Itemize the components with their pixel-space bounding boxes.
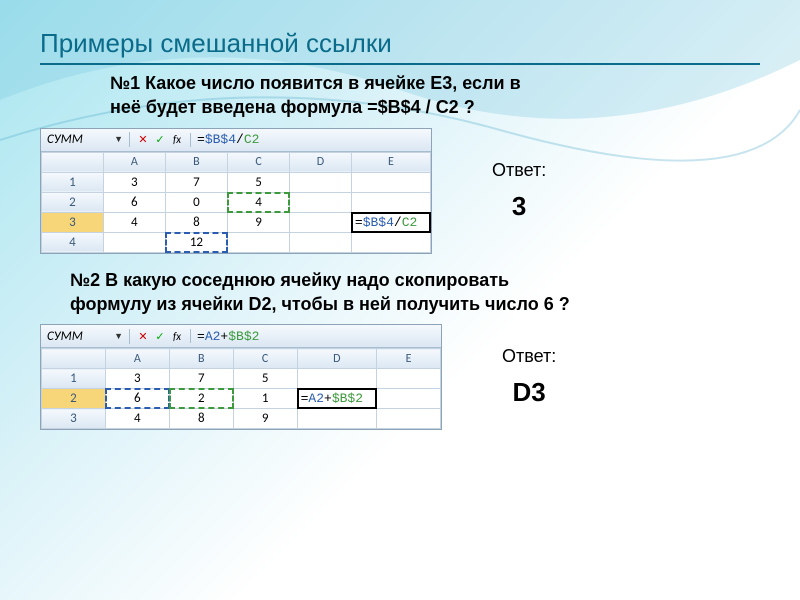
answer-value: D3 (502, 377, 556, 408)
row-header[interactable]: 1 (42, 172, 104, 192)
cell-active[interactable]: =$B$4/C2 (351, 212, 430, 232)
col-header[interactable]: D (289, 152, 351, 172)
dropdown-icon: ▼ (114, 134, 123, 145)
cell[interactable]: 7 (169, 369, 233, 389)
cell[interactable]: 1 (233, 389, 297, 409)
cancel-icon[interactable]: ✕ (136, 133, 150, 147)
cell[interactable] (351, 172, 430, 192)
cell[interactable] (297, 409, 377, 429)
cell[interactable]: 2 (169, 389, 233, 409)
cell[interactable]: 8 (169, 409, 233, 429)
formula-text[interactable]: =$B$4/C2 (191, 132, 265, 147)
formula-buttons: ✕ ✓ fx (130, 329, 191, 343)
row-header[interactable]: 2 (42, 192, 104, 212)
col-header[interactable]: A (105, 349, 169, 369)
row-header[interactable]: 2 (42, 389, 106, 409)
cell[interactable]: 0 (165, 192, 227, 212)
col-header[interactable]: E (351, 152, 430, 172)
cell[interactable]: 9 (233, 409, 297, 429)
cell[interactable] (377, 389, 441, 409)
cell[interactable] (289, 192, 351, 212)
enter-icon[interactable]: ✓ (153, 133, 167, 147)
formula-bar: СУММ▼ ✕ ✓ fx =$B$4/C2 (41, 129, 431, 152)
row-header[interactable]: 3 (42, 409, 106, 429)
cell[interactable]: 12 (165, 232, 227, 252)
cell[interactable] (289, 212, 351, 232)
page-title: Примеры смешанной ссылки (40, 28, 760, 59)
answer-2: Ответ: D3 (502, 346, 556, 408)
row-header[interactable]: 3 (42, 212, 104, 232)
title-underline (40, 63, 760, 65)
formula-text[interactable]: =A2+$B$2 (191, 329, 265, 344)
formula-buttons: ✕ ✓ fx (130, 133, 191, 147)
cell[interactable] (228, 232, 290, 252)
question-1: №1 Какое число появится в ячейке E3, есл… (110, 71, 760, 120)
cell-active[interactable]: =A2+$B$2 (297, 389, 377, 409)
cell[interactable]: 7 (165, 172, 227, 192)
formula-bar: СУММ▼ ✕ ✓ fx =A2+$B$2 (41, 325, 441, 348)
cell[interactable]: 3 (105, 369, 169, 389)
cancel-icon[interactable]: ✕ (136, 329, 150, 343)
col-header[interactable]: B (165, 152, 227, 172)
cell[interactable]: 6 (103, 192, 165, 212)
name-box[interactable]: СУММ▼ (41, 132, 130, 147)
cell[interactable] (103, 232, 165, 252)
cell[interactable]: 5 (233, 369, 297, 389)
cell[interactable]: 4 (105, 409, 169, 429)
cell[interactable] (351, 232, 430, 252)
cell[interactable] (297, 369, 377, 389)
name-box[interactable]: СУММ▼ (41, 329, 130, 344)
cell[interactable] (289, 172, 351, 192)
cell[interactable]: 8 (165, 212, 227, 232)
cell[interactable] (289, 232, 351, 252)
cell[interactable]: 4 (103, 212, 165, 232)
col-header[interactable]: C (233, 349, 297, 369)
answer-1: Ответ: 3 (492, 160, 546, 222)
fx-icon[interactable]: fx (170, 133, 184, 147)
question-2: №2 В какую соседнюю ячейку надо скопиров… (70, 268, 760, 317)
col-header[interactable]: A (103, 152, 165, 172)
enter-icon[interactable]: ✓ (153, 329, 167, 343)
col-header[interactable]: E (377, 349, 441, 369)
cell[interactable]: 9 (228, 212, 290, 232)
col-header[interactable]: C (228, 152, 290, 172)
excel-table-1: СУММ▼ ✕ ✓ fx =$B$4/C2 A B C D E (40, 128, 432, 254)
cell[interactable] (377, 369, 441, 389)
answer-value: 3 (492, 191, 546, 222)
cell[interactable]: 5 (228, 172, 290, 192)
select-all-corner[interactable] (42, 152, 104, 172)
cell[interactable]: 4 (228, 192, 290, 212)
row-header[interactable]: 1 (42, 369, 106, 389)
cell[interactable]: 3 (103, 172, 165, 192)
cell[interactable] (377, 409, 441, 429)
cell[interactable]: 6 (105, 389, 169, 409)
row-header[interactable]: 4 (42, 232, 104, 252)
spreadsheet-grid-2: A B C D E 1 3 7 5 2 6 2 (41, 348, 441, 429)
cell[interactable] (351, 192, 430, 212)
col-header[interactable]: D (297, 349, 377, 369)
answer-label: Ответ: (492, 160, 546, 181)
select-all-corner[interactable] (42, 349, 106, 369)
spreadsheet-grid-1: A B C D E 1 3 7 5 2 6 0 (41, 152, 431, 253)
dropdown-icon: ▼ (114, 331, 123, 342)
answer-label: Ответ: (502, 346, 556, 367)
fx-icon[interactable]: fx (170, 329, 184, 343)
col-header[interactable]: B (169, 349, 233, 369)
excel-table-2: СУММ▼ ✕ ✓ fx =A2+$B$2 A B C D E (40, 324, 442, 430)
